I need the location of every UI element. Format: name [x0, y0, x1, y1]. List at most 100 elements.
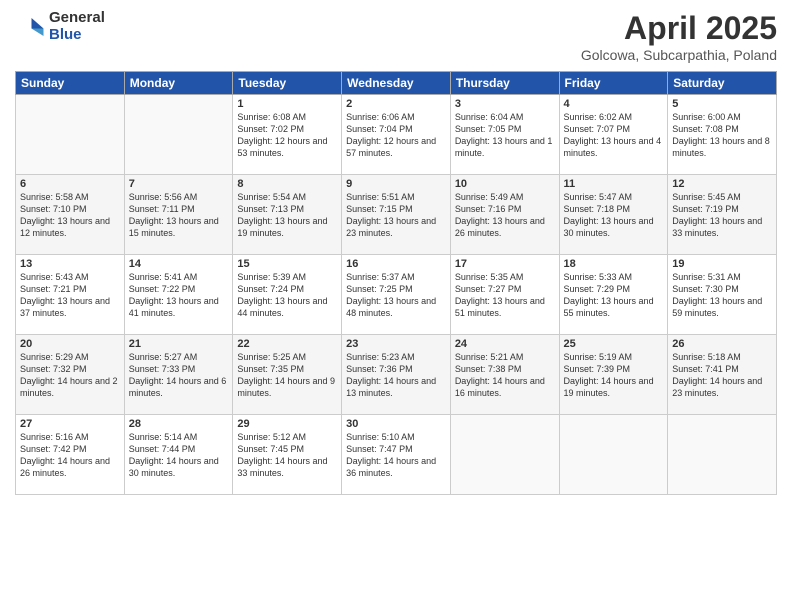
table-row: 11 Sunrise: 5:47 AMSunset: 7:18 PMDaylig… — [559, 175, 668, 255]
day-info: Sunrise: 6:02 AMSunset: 7:07 PMDaylight:… — [564, 112, 662, 158]
calendar-week-3: 13 Sunrise: 5:43 AMSunset: 7:21 PMDaylig… — [16, 255, 777, 335]
day-info: Sunrise: 5:23 AMSunset: 7:36 PMDaylight:… — [346, 352, 436, 398]
table-row: 17 Sunrise: 5:35 AMSunset: 7:27 PMDaylig… — [450, 255, 559, 335]
day-info: Sunrise: 5:10 AMSunset: 7:47 PMDaylight:… — [346, 432, 436, 478]
day-number: 18 — [564, 258, 664, 270]
logo: General Blue — [15, 10, 105, 43]
day-number: 1 — [237, 98, 337, 110]
day-number: 29 — [237, 418, 337, 430]
table-row: 4 Sunrise: 6:02 AMSunset: 7:07 PMDayligh… — [559, 95, 668, 175]
day-number: 5 — [672, 98, 772, 110]
day-info: Sunrise: 5:31 AMSunset: 7:30 PMDaylight:… — [672, 272, 762, 318]
table-row: 30 Sunrise: 5:10 AMSunset: 7:47 PMDaylig… — [342, 415, 451, 495]
day-number: 24 — [455, 338, 555, 350]
day-info: Sunrise: 5:56 AMSunset: 7:11 PMDaylight:… — [129, 192, 219, 238]
day-info: Sunrise: 5:27 AMSunset: 7:33 PMDaylight:… — [129, 352, 227, 398]
day-info: Sunrise: 6:08 AMSunset: 7:02 PMDaylight:… — [237, 112, 327, 158]
logo-text: General Blue — [49, 10, 105, 43]
table-row — [124, 95, 233, 175]
table-row — [668, 415, 777, 495]
day-number: 16 — [346, 258, 446, 270]
day-number: 2 — [346, 98, 446, 110]
day-info: Sunrise: 5:18 AMSunset: 7:41 PMDaylight:… — [672, 352, 762, 398]
table-row — [559, 415, 668, 495]
table-row: 10 Sunrise: 5:49 AMSunset: 7:16 PMDaylig… — [450, 175, 559, 255]
table-row: 23 Sunrise: 5:23 AMSunset: 7:36 PMDaylig… — [342, 335, 451, 415]
day-info: Sunrise: 5:45 AMSunset: 7:19 PMDaylight:… — [672, 192, 762, 238]
day-info: Sunrise: 5:43 AMSunset: 7:21 PMDaylight:… — [20, 272, 110, 318]
table-row: 25 Sunrise: 5:19 AMSunset: 7:39 PMDaylig… — [559, 335, 668, 415]
day-number: 21 — [129, 338, 229, 350]
table-row: 16 Sunrise: 5:37 AMSunset: 7:25 PMDaylig… — [342, 255, 451, 335]
calendar-table: Sunday Monday Tuesday Wednesday Thursday… — [15, 71, 777, 495]
col-sunday: Sunday — [16, 72, 125, 95]
table-row: 22 Sunrise: 5:25 AMSunset: 7:35 PMDaylig… — [233, 335, 342, 415]
table-row: 1 Sunrise: 6:08 AMSunset: 7:02 PMDayligh… — [233, 95, 342, 175]
col-tuesday: Tuesday — [233, 72, 342, 95]
col-saturday: Saturday — [668, 72, 777, 95]
day-info: Sunrise: 5:37 AMSunset: 7:25 PMDaylight:… — [346, 272, 436, 318]
day-info: Sunrise: 5:54 AMSunset: 7:13 PMDaylight:… — [237, 192, 327, 238]
day-info: Sunrise: 5:51 AMSunset: 7:15 PMDaylight:… — [346, 192, 436, 238]
day-number: 7 — [129, 178, 229, 190]
day-info: Sunrise: 6:06 AMSunset: 7:04 PMDaylight:… — [346, 112, 436, 158]
table-row — [16, 95, 125, 175]
page-header: General Blue April 2025 Golcowa, Subcarp… — [15, 10, 777, 63]
table-row: 28 Sunrise: 5:14 AMSunset: 7:44 PMDaylig… — [124, 415, 233, 495]
day-info: Sunrise: 5:14 AMSunset: 7:44 PMDaylight:… — [129, 432, 219, 478]
day-info: Sunrise: 5:35 AMSunset: 7:27 PMDaylight:… — [455, 272, 545, 318]
location-subtitle: Golcowa, Subcarpathia, Poland — [581, 47, 777, 63]
day-number: 12 — [672, 178, 772, 190]
day-number: 14 — [129, 258, 229, 270]
day-number: 26 — [672, 338, 772, 350]
col-thursday: Thursday — [450, 72, 559, 95]
day-info: Sunrise: 5:19 AMSunset: 7:39 PMDaylight:… — [564, 352, 654, 398]
day-number: 9 — [346, 178, 446, 190]
logo-icon — [15, 12, 45, 42]
table-row: 26 Sunrise: 5:18 AMSunset: 7:41 PMDaylig… — [668, 335, 777, 415]
table-row: 13 Sunrise: 5:43 AMSunset: 7:21 PMDaylig… — [16, 255, 125, 335]
day-info: Sunrise: 5:21 AMSunset: 7:38 PMDaylight:… — [455, 352, 545, 398]
day-info: Sunrise: 5:47 AMSunset: 7:18 PMDaylight:… — [564, 192, 654, 238]
day-number: 30 — [346, 418, 446, 430]
table-row: 20 Sunrise: 5:29 AMSunset: 7:32 PMDaylig… — [16, 335, 125, 415]
day-number: 27 — [20, 418, 120, 430]
day-info: Sunrise: 5:12 AMSunset: 7:45 PMDaylight:… — [237, 432, 327, 478]
day-number: 4 — [564, 98, 664, 110]
day-info: Sunrise: 5:33 AMSunset: 7:29 PMDaylight:… — [564, 272, 654, 318]
col-friday: Friday — [559, 72, 668, 95]
table-row: 5 Sunrise: 6:00 AMSunset: 7:08 PMDayligh… — [668, 95, 777, 175]
table-row: 29 Sunrise: 5:12 AMSunset: 7:45 PMDaylig… — [233, 415, 342, 495]
day-info: Sunrise: 5:41 AMSunset: 7:22 PMDaylight:… — [129, 272, 219, 318]
table-row: 15 Sunrise: 5:39 AMSunset: 7:24 PMDaylig… — [233, 255, 342, 335]
day-info: Sunrise: 5:49 AMSunset: 7:16 PMDaylight:… — [455, 192, 545, 238]
table-row: 9 Sunrise: 5:51 AMSunset: 7:15 PMDayligh… — [342, 175, 451, 255]
calendar-week-1: 1 Sunrise: 6:08 AMSunset: 7:02 PMDayligh… — [16, 95, 777, 175]
day-info: Sunrise: 5:25 AMSunset: 7:35 PMDaylight:… — [237, 352, 335, 398]
calendar-week-4: 20 Sunrise: 5:29 AMSunset: 7:32 PMDaylig… — [16, 335, 777, 415]
day-info: Sunrise: 5:29 AMSunset: 7:32 PMDaylight:… — [20, 352, 118, 398]
day-info: Sunrise: 5:16 AMSunset: 7:42 PMDaylight:… — [20, 432, 110, 478]
day-number: 10 — [455, 178, 555, 190]
day-number: 22 — [237, 338, 337, 350]
day-number: 25 — [564, 338, 664, 350]
table-row: 19 Sunrise: 5:31 AMSunset: 7:30 PMDaylig… — [668, 255, 777, 335]
col-wednesday: Wednesday — [342, 72, 451, 95]
logo-blue-text: Blue — [49, 27, 105, 44]
calendar-header-row: Sunday Monday Tuesday Wednesday Thursday… — [16, 72, 777, 95]
day-info: Sunrise: 6:00 AMSunset: 7:08 PMDaylight:… — [672, 112, 770, 158]
day-number: 17 — [455, 258, 555, 270]
table-row: 14 Sunrise: 5:41 AMSunset: 7:22 PMDaylig… — [124, 255, 233, 335]
table-row: 18 Sunrise: 5:33 AMSunset: 7:29 PMDaylig… — [559, 255, 668, 335]
day-number: 23 — [346, 338, 446, 350]
day-info: Sunrise: 5:39 AMSunset: 7:24 PMDaylight:… — [237, 272, 327, 318]
table-row: 8 Sunrise: 5:54 AMSunset: 7:13 PMDayligh… — [233, 175, 342, 255]
table-row: 2 Sunrise: 6:06 AMSunset: 7:04 PMDayligh… — [342, 95, 451, 175]
table-row: 27 Sunrise: 5:16 AMSunset: 7:42 PMDaylig… — [16, 415, 125, 495]
table-row: 21 Sunrise: 5:27 AMSunset: 7:33 PMDaylig… — [124, 335, 233, 415]
day-info: Sunrise: 5:58 AMSunset: 7:10 PMDaylight:… — [20, 192, 110, 238]
table-row: 6 Sunrise: 5:58 AMSunset: 7:10 PMDayligh… — [16, 175, 125, 255]
day-number: 3 — [455, 98, 555, 110]
day-info: Sunrise: 6:04 AMSunset: 7:05 PMDaylight:… — [455, 112, 553, 158]
day-number: 13 — [20, 258, 120, 270]
